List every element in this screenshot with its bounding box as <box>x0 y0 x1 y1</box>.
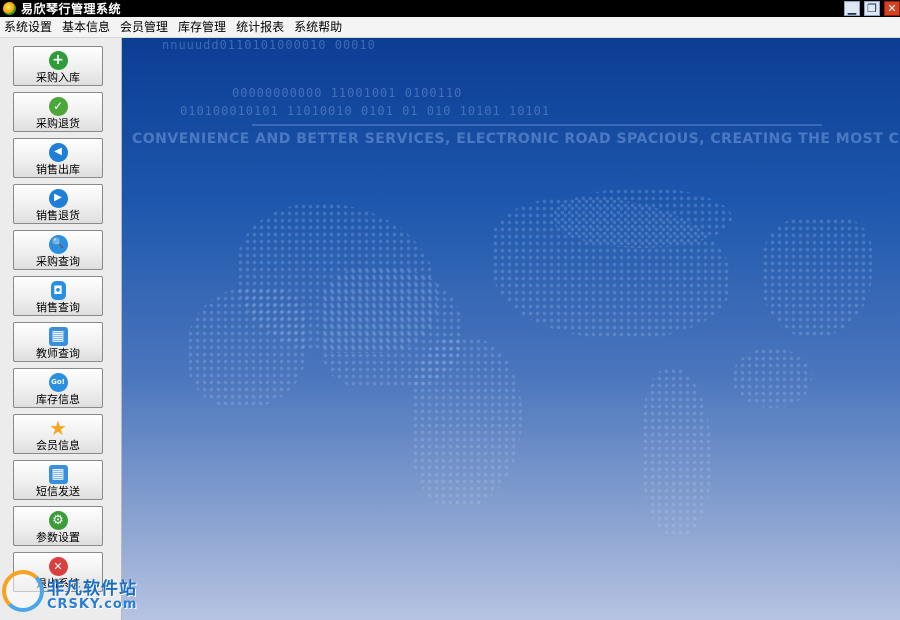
member-info-button[interactable]: ★ 会员信息 <box>13 414 103 454</box>
gear-icon: ⚙ <box>48 510 68 530</box>
sidebar: + 采购入库 ✓ 采购退货 ◀ 销售出库 ▶ 销售退货 🔍 采购查询 ◘ 销售查… <box>0 38 122 620</box>
button-label: 采购入库 <box>36 71 80 84</box>
inventory-info-button[interactable]: Go! 库存信息 <box>13 368 103 408</box>
arrow-left-circle-icon: ◀ <box>48 142 68 162</box>
divider-line <box>252 124 822 126</box>
purchase-inbound-button[interactable]: + 采购入库 <box>13 46 103 86</box>
button-label: 短信发送 <box>36 485 80 498</box>
watermark-brand: 非凡软件站 <box>47 579 137 599</box>
button-label: 销售查询 <box>36 301 80 314</box>
calendar-icon: ▦ <box>48 464 68 484</box>
watermark-site: CRSKY.com <box>47 597 138 612</box>
purchase-return-button[interactable]: ✓ 采购退货 <box>13 92 103 132</box>
check-circle-icon: ✓ <box>48 96 68 116</box>
menu-bar: 系统设置 基本信息 会员管理 库存管理 统计报表 系统帮助 <box>0 17 900 38</box>
title-bar: 易欣琴行管理系统 ▁ ❐ ✕ <box>0 0 900 17</box>
menu-system-help[interactable]: 系统帮助 <box>290 17 348 37</box>
button-label: 销售退货 <box>36 209 80 222</box>
parameter-settings-button[interactable]: ⚙ 参数设置 <box>13 506 103 546</box>
button-label: 教师查询 <box>36 347 80 360</box>
binary-text-line: 00000000000 11001001 0100110 <box>232 86 463 100</box>
ipod-icon: ◘ <box>50 280 66 300</box>
crsky-logo-icon <box>2 570 44 612</box>
arrow-right-circle-icon: ▶ <box>48 188 68 208</box>
crsky-watermark: 非凡软件站 CRSKY.com <box>0 566 150 620</box>
menu-member-management[interactable]: 会员管理 <box>116 17 174 37</box>
sales-outbound-button[interactable]: ◀ 销售出库 <box>13 138 103 178</box>
binary-text-line: 010100010101 11010010 0101 01 010 10101 … <box>180 104 551 118</box>
menu-inventory-management[interactable]: 库存管理 <box>174 17 232 37</box>
app-logo-icon <box>3 2 16 15</box>
button-label: 参数设置 <box>36 531 80 544</box>
close-button[interactable]: ✕ <box>884 1 900 16</box>
minimize-button[interactable]: ▁ <box>844 1 860 16</box>
window-title: 易欣琴行管理系统 <box>21 2 122 16</box>
star-icon: ★ <box>49 416 67 440</box>
button-label: 采购查询 <box>36 255 80 268</box>
sales-return-button[interactable]: ▶ 销售退货 <box>13 184 103 224</box>
plus-circle-icon: + <box>48 50 68 70</box>
teacher-query-button[interactable]: ▦ 教师查询 <box>13 322 103 362</box>
purchase-query-button[interactable]: 🔍 采购查询 <box>13 230 103 270</box>
binary-text-line: nnuuudd0110101000010 00010 <box>162 38 376 52</box>
restore-button[interactable]: ❐ <box>864 1 880 16</box>
button-label: 会员信息 <box>36 439 80 452</box>
slogan-text: CONVENIENCE AND BETTER SERVICES, ELECTRO… <box>132 131 900 147</box>
menu-basic-info[interactable]: 基本信息 <box>58 17 116 37</box>
main-banner-area: nnuuudd0110101000010 00010 00000000000 1… <box>122 38 900 620</box>
magnifier-icon: 🔍 <box>48 234 68 254</box>
go-icon: Go! <box>48 372 68 392</box>
sales-query-button[interactable]: ◘ 销售查询 <box>13 276 103 316</box>
button-label: 库存信息 <box>36 393 80 406</box>
menu-system-settings[interactable]: 系统设置 <box>0 17 58 37</box>
menu-statistics-reports[interactable]: 统计报表 <box>232 17 290 37</box>
calendar-icon: ▦ <box>48 326 68 346</box>
sms-send-button[interactable]: ▦ 短信发送 <box>13 460 103 500</box>
button-label: 采购退货 <box>36 117 80 130</box>
button-label: 销售出库 <box>36 163 80 176</box>
